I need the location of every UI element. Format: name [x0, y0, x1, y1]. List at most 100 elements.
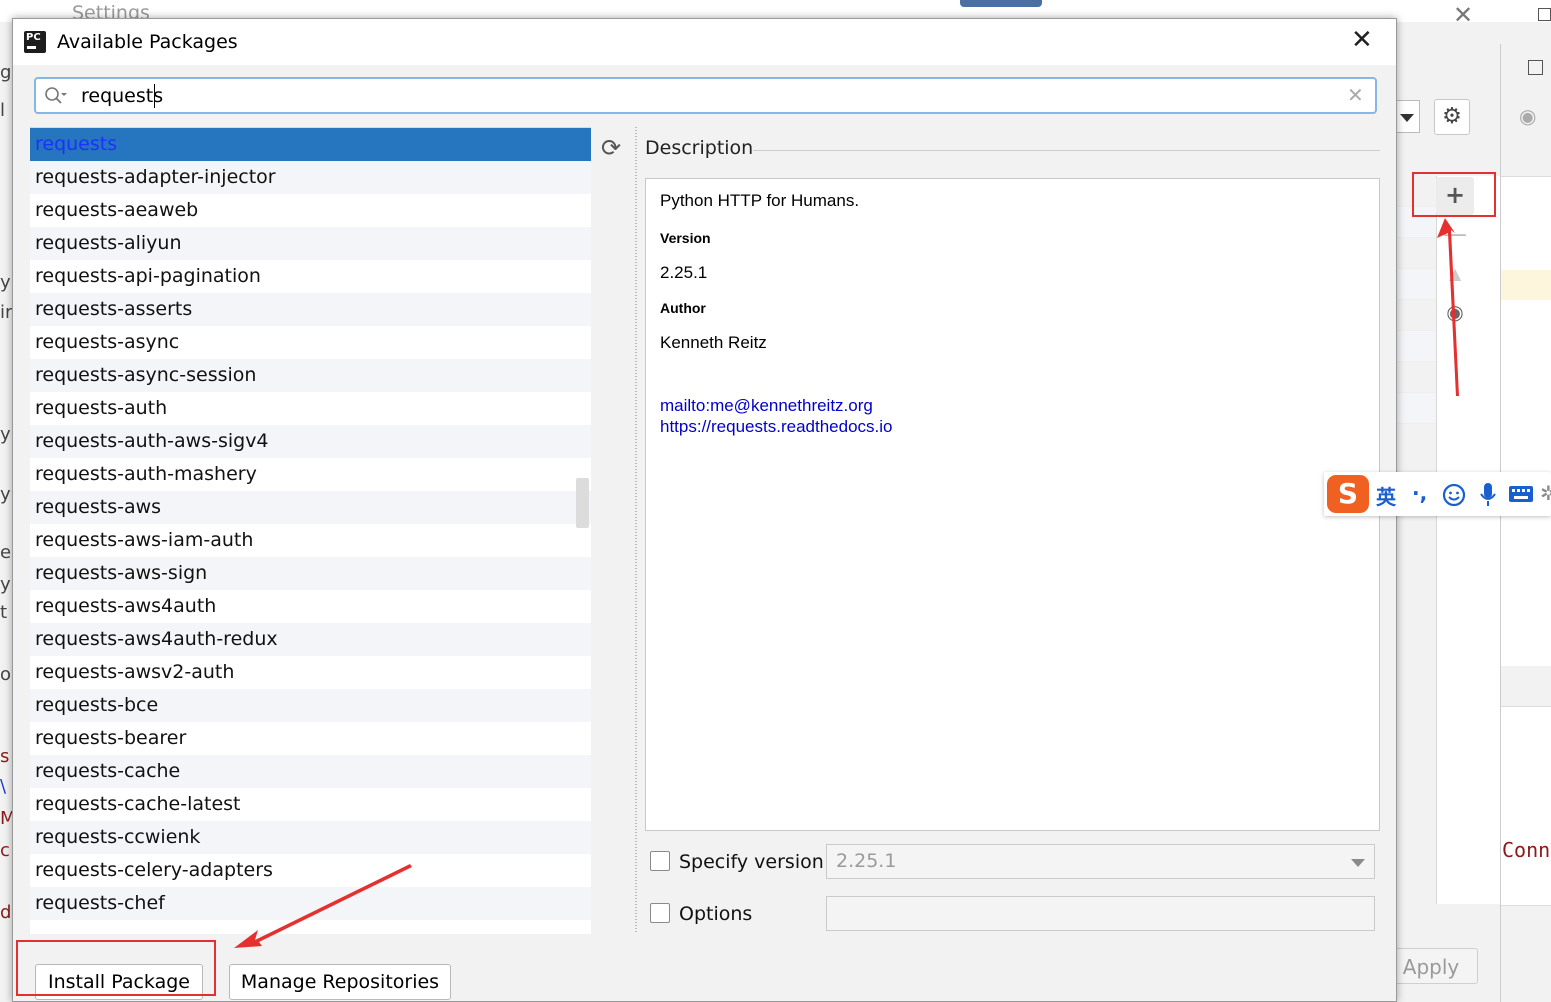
microphone-icon[interactable] — [1479, 482, 1497, 508]
editor-lower-area — [1501, 706, 1551, 906]
package-list-item[interactable]: requests-aws4auth-redux — [30, 623, 591, 656]
package-table-background — [1397, 176, 1437, 436]
bg-left-text: d — [0, 902, 12, 923]
minus-icon: — — [1443, 220, 1467, 248]
version-value: 2.25.1 — [660, 263, 708, 282]
author-email-link[interactable]: mailto:me@kennethreitz.org — [660, 396, 873, 416]
text-caret — [154, 84, 155, 108]
package-list-item[interactable]: requests-api-pagination — [30, 260, 591, 293]
package-list-item[interactable]: requests-aws — [30, 491, 591, 524]
options-label[interactable]: Options — [679, 903, 752, 925]
version-select[interactable]: 2.25.1 — [826, 844, 1375, 879]
description-panel: Python HTTP for Humans. Version 2.25.1 A… — [645, 178, 1380, 831]
bg-left-text: ir — [0, 302, 13, 323]
search-icon[interactable] — [44, 86, 68, 106]
upgrade-package-button[interactable]: ▲ — [1436, 256, 1474, 294]
restore-icon[interactable] — [1528, 60, 1543, 75]
gear-icon: ⚙ — [1442, 104, 1462, 129]
package-list-scrollbar-thumb[interactable] — [576, 478, 589, 528]
package-list-item[interactable]: requests-cache-latest — [30, 788, 591, 821]
package-search-field[interactable]: ✕ — [34, 77, 1377, 114]
package-list-item[interactable]: requests-asserts — [30, 293, 591, 326]
reload-list-button[interactable]: ⟳ — [598, 135, 624, 161]
smiley-icon[interactable] — [1442, 483, 1466, 507]
settings-icon[interactable]: ✲ — [1540, 481, 1551, 505]
close-icon[interactable]: ✕ — [1351, 27, 1373, 53]
package-list-item[interactable]: requests-chef — [30, 887, 591, 920]
specify-version-checkbox[interactable] — [650, 851, 670, 871]
package-list-item[interactable]: requests-auth — [30, 392, 591, 425]
ime-punctuation-toggle[interactable]: ·, — [1412, 481, 1427, 505]
ime-logo[interactable]: S — [1327, 475, 1369, 513]
package-list[interactable]: requests requests-adapter-injector request… — [30, 127, 591, 934]
bg-left-text: y — [0, 424, 11, 445]
package-list-item[interactable]: requests-aeaweb — [30, 194, 591, 227]
bg-left-text: t — [0, 602, 8, 623]
bg-left-text: l — [0, 100, 6, 121]
package-list-item[interactable]: requests-aliyun — [30, 227, 591, 260]
author-value: Kenneth Reitz — [660, 333, 767, 352]
remove-package-button[interactable]: — — [1436, 216, 1474, 254]
manage-repositories-button[interactable]: Manage Repositories — [229, 964, 451, 1000]
package-list-item[interactable]: requests-awsv2-auth — [30, 656, 591, 689]
package-list-item[interactable]: requests-auth-aws-sigv4 — [30, 425, 591, 458]
options-field[interactable] — [826, 896, 1375, 931]
package-list-item[interactable]: requests-bearer — [30, 722, 591, 755]
bg-left-text: y — [0, 484, 11, 505]
description-divider — [753, 150, 1380, 151]
package-list-item[interactable]: requests-aws-iam-auth — [30, 524, 591, 557]
plus-icon: + — [1444, 181, 1466, 209]
bg-left-text: s — [0, 746, 10, 767]
package-list-item[interactable]: requests-celery-adapters — [30, 854, 591, 887]
search-input[interactable] — [81, 82, 1331, 109]
package-list-item[interactable]: requests-cache — [30, 755, 591, 788]
package-list-scrollbar[interactable] — [575, 127, 591, 934]
tool-icon: ◉ — [1519, 104, 1537, 128]
interpreter-dropdown-arrow[interactable] — [1396, 100, 1420, 133]
specify-version-label[interactable]: Specify version — [679, 851, 824, 873]
bg-left-text: o — [0, 664, 12, 685]
package-list-item[interactable]: requests-adapter-injector — [30, 161, 591, 194]
author-label: Author — [660, 300, 706, 316]
interpreter-settings-button[interactable]: ⚙ — [1434, 99, 1470, 135]
ime-language-toggle[interactable]: 英 — [1376, 481, 1396, 510]
package-list-item[interactable]: requests-aws4auth — [30, 590, 591, 623]
highlight-line — [1501, 270, 1551, 300]
pycharm-icon: PC — [24, 31, 46, 53]
background-scroll-knob — [960, 0, 1042, 7]
bg-left-text: e — [0, 542, 12, 563]
bg-left-text: y — [0, 574, 11, 595]
settings-close-icon[interactable]: ✕ — [1453, 1, 1473, 29]
version-label: Version — [660, 230, 711, 246]
package-summary: Python HTTP for Humans. — [660, 191, 860, 210]
manage-repositories-label: Manage Repositories — [240, 971, 440, 993]
bg-left-text: \ — [0, 776, 7, 797]
package-list-item[interactable]: requests-bce — [30, 689, 591, 722]
bg-left-text: g — [0, 62, 12, 83]
dialog-title: Available Packages — [57, 31, 238, 53]
bg-left-text: c — [0, 840, 10, 861]
ime-toolbar: S 英 ·, ✲ — [1324, 472, 1551, 516]
maximize-icon[interactable] — [1538, 8, 1551, 21]
install-package-button[interactable]: Install Package — [35, 964, 203, 1000]
refresh-icon: ⟳ — [600, 134, 622, 162]
package-list-item[interactable]: requests-async — [30, 326, 591, 359]
description-header: Description — [645, 137, 754, 159]
homepage-link[interactable]: https://requests.readthedocs.io — [660, 417, 892, 437]
panel-splitter[interactable] — [632, 127, 641, 934]
keyboard-icon[interactable] — [1508, 485, 1534, 503]
clear-search-icon[interactable]: ✕ — [1347, 83, 1364, 107]
options-checkbox[interactable] — [650, 903, 670, 923]
package-list-item[interactable]: requests-aws-sign — [30, 557, 591, 590]
install-package-label: Install Package — [48, 971, 190, 993]
package-list-item[interactable]: requests-async-session — [30, 359, 591, 392]
package-list-item[interactable]: requests — [30, 128, 591, 161]
bg-left-text: y — [0, 272, 11, 293]
apply-button[interactable]: Apply — [1384, 948, 1478, 984]
eye-icon: ◉ — [1446, 300, 1464, 324]
package-list-item[interactable]: requests-ccwienk — [30, 821, 591, 854]
package-list-item[interactable]: requests-auth-mashery — [30, 458, 591, 491]
code-fragment: Conn — [1502, 838, 1551, 862]
add-package-button[interactable]: + — [1436, 177, 1474, 215]
show-early-releases-button[interactable]: ◉ — [1436, 294, 1474, 332]
